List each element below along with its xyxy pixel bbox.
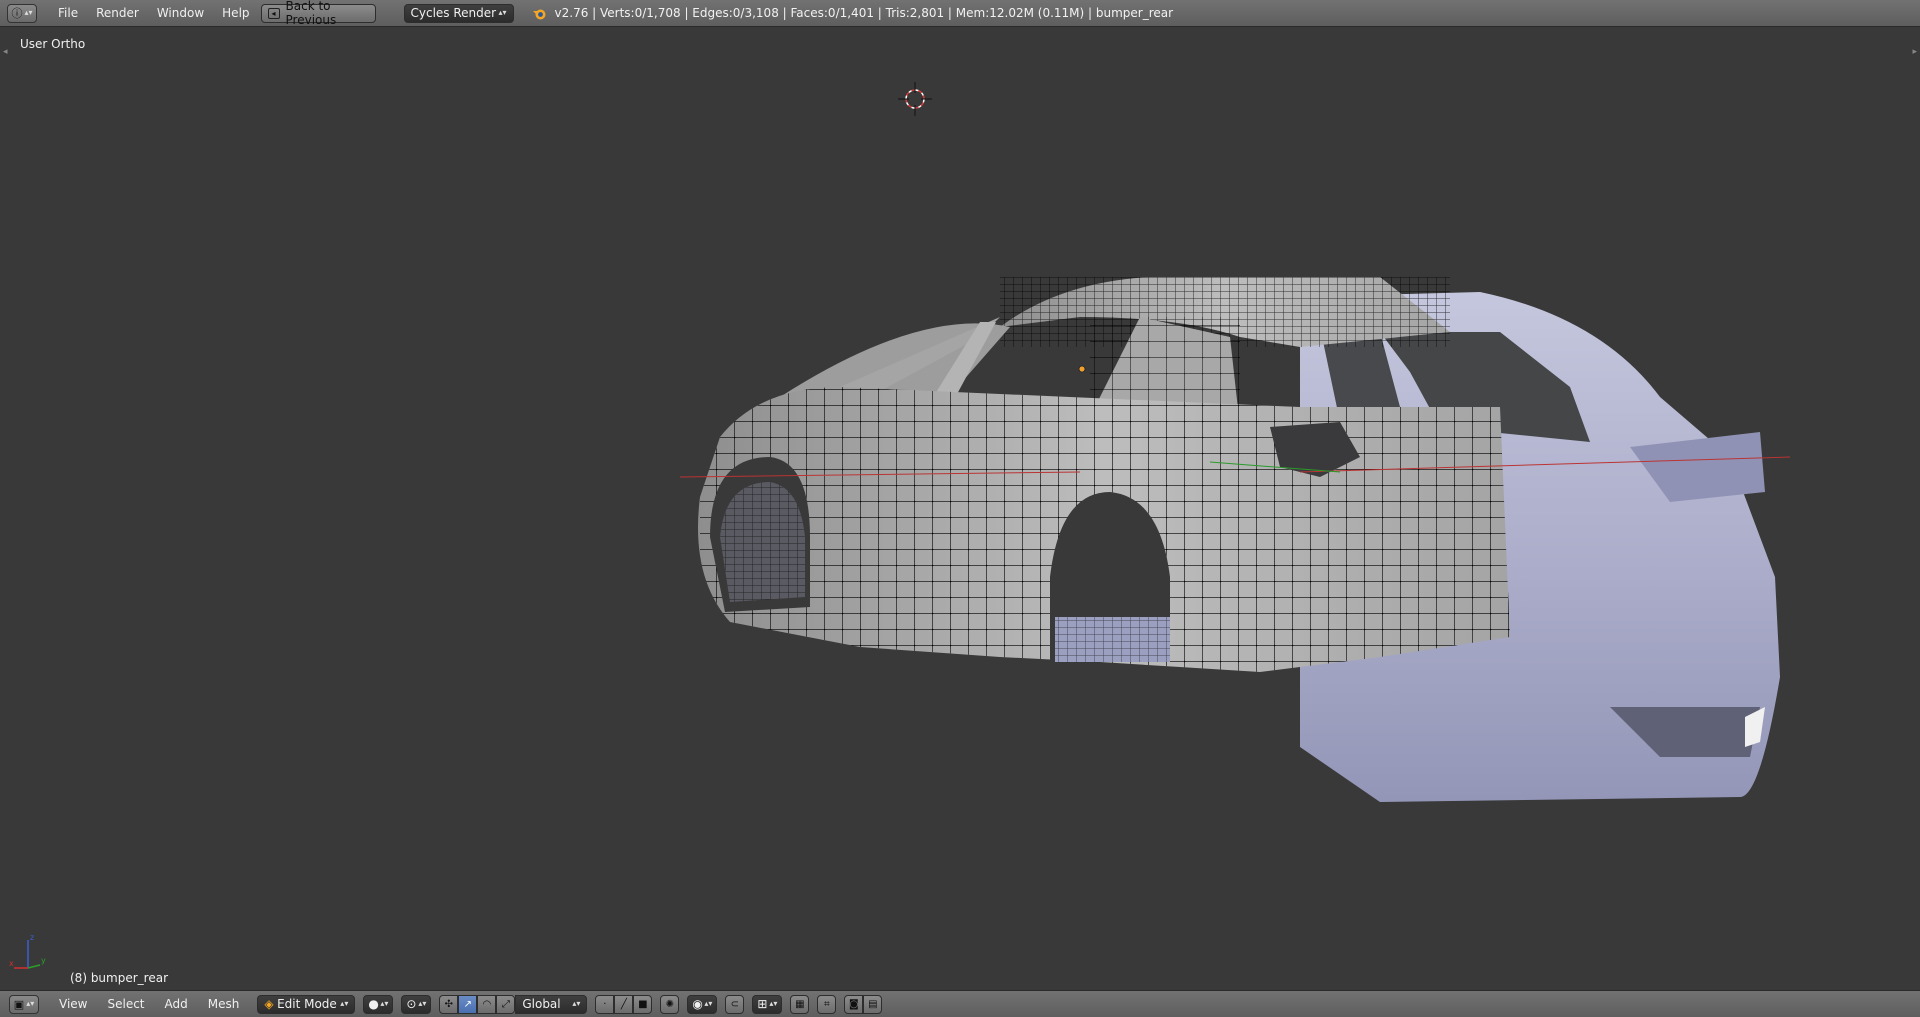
chevron-updown-icon: ▴▾ [24, 8, 33, 17]
render-engine-value: Cycles Render [410, 6, 497, 20]
interaction-mode-select[interactable]: ◈ Edit Mode ▴▾ [257, 994, 356, 1014]
snap-icon[interactable]: ⊂ [725, 994, 745, 1014]
scene-statistics: v2.76 | Verts:0/1,708 | Edges:0/3,108 | … [554, 6, 1174, 20]
info-editor-icon: ⓘ [11, 7, 23, 20]
chevron-updown-icon: ▴▾ [26, 999, 35, 1008]
chevron-updown-icon: ▴▾ [418, 999, 427, 1008]
info-header: ⓘ ▴▾ File Render Window Help ◂ Back to P… [0, 0, 1920, 27]
toolshelf-toggle-icon[interactable]: ◂ [3, 47, 8, 57]
select-mode-group: · ╱ ■ [595, 994, 653, 1014]
3d-cursor[interactable] [898, 82, 932, 116]
proportional-edit-select[interactable]: ◉ ▴▾ [687, 994, 718, 1014]
menu-file[interactable]: File [49, 0, 87, 27]
chevron-updown-icon: ▴▾ [340, 999, 349, 1008]
rotate-manipulator-icon[interactable]: ◠ [477, 994, 497, 1014]
edge-select-icon[interactable]: ╱ [614, 994, 634, 1014]
viewport-editor-type-button[interactable]: ▣ ▴▾ [9, 994, 39, 1014]
object-origin [1078, 365, 1086, 373]
chevron-updown-icon: ▴▾ [380, 999, 389, 1008]
viewport-shading-select[interactable]: ● ▴▾ [363, 994, 394, 1014]
3d-view-editor-icon: ▣ [13, 997, 25, 1011]
manipulator-group: ✣ ↗ ◠ ⤢ [439, 994, 516, 1014]
back-screen-icon: ◂ [267, 7, 280, 19]
manipulator-toggle-icon[interactable]: ✣ [439, 994, 459, 1014]
car-body-mesh[interactable] [680, 277, 1790, 817]
face-select-icon[interactable]: ■ [633, 994, 653, 1014]
pivot-point-icon: ⊙ [406, 997, 417, 1011]
snap-group: ⊂ [725, 994, 745, 1014]
render-group: ◙ ▤ [844, 994, 883, 1014]
axis-label-y: y [41, 956, 46, 965]
chevron-updown-icon: ▴▾ [498, 8, 507, 17]
axis-label-x: x [9, 959, 14, 968]
occlude-geometry-icon[interactable]: ✺ [660, 994, 680, 1014]
view-name: User Ortho [20, 37, 86, 51]
edit-mode-icon: ◈ [264, 997, 274, 1011]
render-engine-select[interactable]: Cycles Render ▴▾ [403, 3, 514, 23]
translate-manipulator-icon[interactable]: ↗ [458, 994, 478, 1014]
render-icon[interactable]: ◙ [844, 994, 864, 1014]
transform-orientation-select[interactable]: Global ▴▾ [515, 994, 588, 1014]
menu-mesh[interactable]: Mesh [198, 997, 250, 1011]
menu-help[interactable]: Help [213, 0, 258, 27]
scale-manipulator-icon[interactable]: ⤢ [496, 994, 516, 1014]
3d-view-header: ▣ ▴▾ View Select Add Mesh ◈ Edit Mode ▴▾… [0, 990, 1920, 1017]
snap-target-icon: ⊞ [757, 997, 768, 1011]
back-to-previous-button[interactable]: ◂ Back to Previous [260, 0, 376, 27]
interaction-mode-value: Edit Mode [277, 997, 337, 1011]
proportional-edit-icon: ◉ [692, 997, 703, 1011]
menu-window[interactable]: Window [148, 0, 213, 27]
properties-toggle-icon[interactable]: ▸ [1912, 47, 1917, 57]
active-object-label: (8) bumper_rear [70, 971, 168, 985]
chevron-updown-icon: ▴▾ [769, 999, 778, 1008]
snap-element-select[interactable]: ⊞ ▴▾ [752, 994, 783, 1014]
menu-view[interactable]: View [49, 997, 97, 1011]
blender-logo-icon [532, 6, 547, 21]
solid-sphere-icon: ● [368, 997, 379, 1011]
layers-group: ⌗ [817, 994, 837, 1014]
chevron-updown-icon: ▴▾ [572, 999, 581, 1008]
menu-select[interactable]: Select [97, 997, 154, 1011]
axis-label-z: z [30, 933, 34, 942]
back-to-previous-label: Back to Previous [285, 0, 337, 27]
grid-snap-icon[interactable]: ▦ [790, 994, 810, 1014]
occlude-group: ✺ [660, 994, 680, 1014]
render-anim-icon[interactable]: ▤ [863, 994, 883, 1014]
3d-viewport[interactable]: User Ortho ◂ ▸ z y x (8) bumper_rear [0, 27, 1920, 990]
pivot-point-select[interactable]: ⊙ ▴▾ [401, 994, 432, 1014]
menu-render[interactable]: Render [87, 0, 148, 27]
editor-type-button[interactable]: ⓘ ▴▾ [7, 3, 37, 23]
transform-orientation-value: Global [522, 997, 561, 1011]
vertex-select-icon[interactable]: · [595, 994, 615, 1014]
menu-add[interactable]: Add [155, 997, 198, 1011]
view-axes-gizmo: z y x [9, 933, 46, 969]
chevron-updown-icon: ▴▾ [704, 999, 713, 1008]
layer-manager-icon[interactable]: ⌗ [817, 994, 837, 1014]
misc-group: ▦ [790, 994, 810, 1014]
